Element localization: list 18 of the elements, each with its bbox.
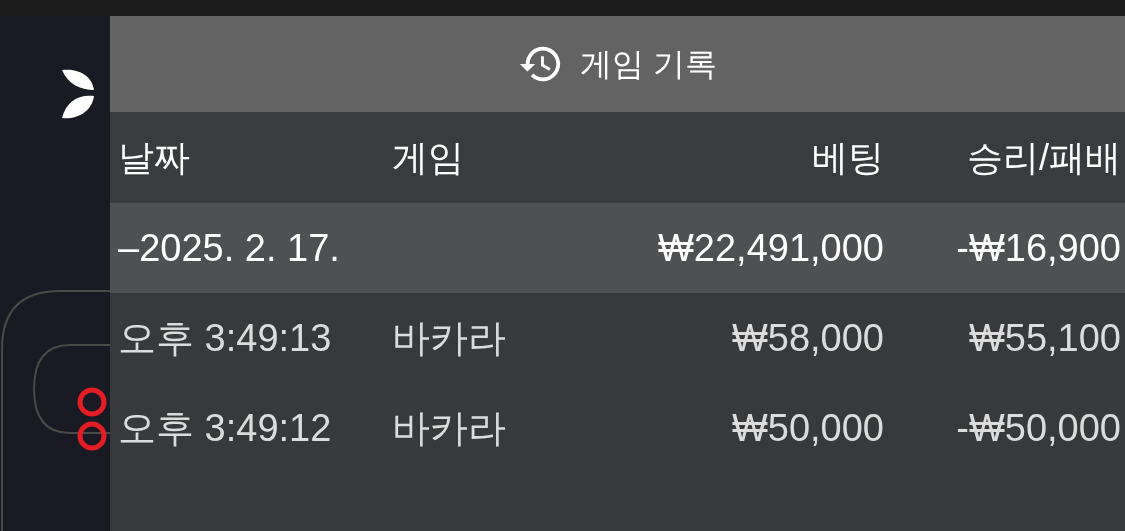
table-cell-text: –2025. 2. 17. [118, 225, 341, 271]
table-cell-text: 바카라 [392, 405, 507, 451]
table-cell-text: 오후 3:49:13 [118, 315, 333, 361]
column-header: 게임 [392, 135, 465, 180]
table-cell-text: 바카라 [392, 315, 507, 361]
table-cell-text: ₩58,000 [731, 315, 884, 361]
table-cell-text: ₩22,491,000 [657, 225, 884, 271]
column-header: 베팅 [812, 135, 884, 180]
column-header: 승리/패배 [967, 135, 1121, 180]
table-cell-text: -₩50,000 [956, 405, 1121, 451]
leaf-logo-icon [62, 68, 96, 120]
panel-title: 게임 기록 [580, 45, 717, 84]
table-cell-text: ₩50,000 [731, 405, 884, 451]
table-cell-text: 오후 3:49:12 [118, 405, 333, 451]
column-header: 날짜 [118, 135, 191, 180]
table-cell-text: ₩55,100 [968, 315, 1121, 361]
date-group-row[interactable]: –2025. 2. 17. ₩22,491,000 -₩16,900 [110, 203, 1125, 293]
table-cell-text: -₩16,900 [956, 225, 1121, 271]
